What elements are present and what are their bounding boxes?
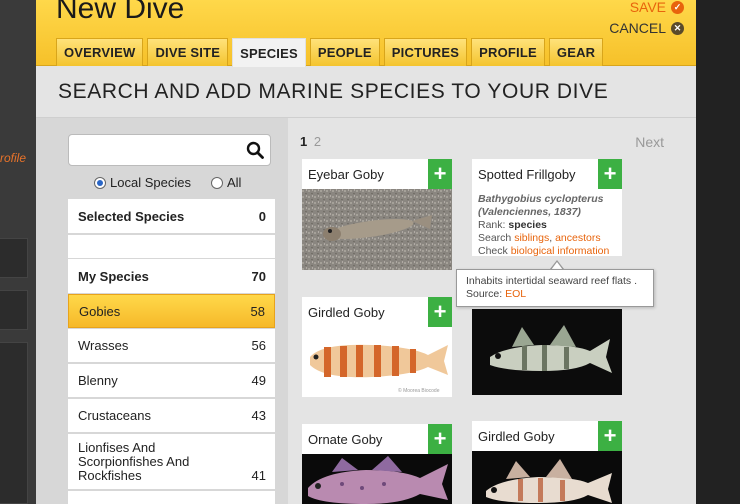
species-card[interactable]: Girdled Goby + © Moorea Biocode [302,297,452,397]
species-card[interactable]: Spotted Frillgoby + Bathygobius cyclopte… [472,159,622,257]
category-item-lionfishes[interactable]: Lionfises And Scorpionfishes And Rockfis… [68,434,275,490]
local-species-radio[interactable]: Local Species [94,175,191,190]
species-info-panel: Bathygobius cyclopterus (Valenciennes, 1… [472,189,622,262]
species-card[interactable]: Eyebar Goby + [302,159,452,270]
species-photo [302,189,452,270]
add-species-button[interactable]: + [428,159,452,189]
species-photo [472,309,622,395]
category-item-wrasses[interactable]: Wrasses 56 [68,329,275,363]
category-label: Crustaceans [78,408,151,423]
cancel-label: CANCEL [609,20,666,36]
scope-radio-group: Local Species All [94,175,241,190]
species-photo [302,454,452,504]
page-current: 1 [300,134,308,149]
latin-name: Bathygobius cyclopterus [478,193,604,205]
tab-species[interactable]: SPECIES [232,38,306,67]
save-button[interactable]: SAVE ✓ [630,0,684,15]
tab-pictures[interactable]: PICTURES [383,38,468,66]
species-card[interactable]: Ornate Goby + [302,424,452,504]
add-species-button[interactable]: + [598,159,622,189]
my-species-row[interactable]: My Species 70 [68,259,275,294]
tooltip-source: Source: EOL [466,288,644,301]
category-label: Gobies [79,303,121,319]
tab-gear[interactable]: GEAR [548,38,604,66]
rank-label: Rank: [478,219,506,231]
species-authority: (Valenciennes, 1837) [478,206,581,218]
category-item-blenny[interactable]: Blenny 49 [68,364,275,398]
search-icon[interactable] [246,141,264,159]
selected-species-count: 0 [258,208,266,224]
radio-selected-icon [94,176,106,189]
close-icon: ✕ [671,21,684,35]
tab-dive-site[interactable]: DIVE SITE [147,38,229,66]
background-panel [0,238,28,278]
selected-species-empty [68,235,275,259]
search-label: Search [478,232,512,244]
check-line: Check biological information [478,245,616,258]
save-label: SAVE [629,0,666,15]
ancestors-link[interactable]: ancestors [555,232,601,244]
comma-separator: , [549,232,553,244]
add-species-button[interactable]: + [598,421,622,451]
category-item-gobies[interactable]: Gobies 58 [68,294,275,328]
species-photo [472,451,622,504]
tab-overview[interactable]: OVERVIEW [56,38,144,66]
category-label: Lionfises And Scorpionfishes And Rockfis… [78,439,190,483]
all-species-label: All [226,175,242,190]
category-item-next[interactable] [68,491,275,504]
species-tooltip: Inhabits intertidal seaward reef flats .… [456,269,654,307]
add-species-button[interactable]: + [428,424,452,454]
add-species-button[interactable]: + [428,297,452,327]
background-panel [0,342,28,504]
radio-unselected-icon [210,176,223,189]
check-label: Check [478,245,508,257]
local-species-label: Local Species [110,175,191,190]
selected-species-row[interactable]: Selected Species 0 [68,199,275,234]
tab-bar: OVERVIEW DIVE SITE SPECIES PEOPLE PICTUR… [56,38,604,67]
pagination: 1 2 [300,134,321,149]
cancel-button[interactable]: CANCEL ✕ [609,20,684,36]
tab-profile[interactable]: PROFILE [471,38,545,66]
species-search-input[interactable] [68,134,271,166]
rank-line: Rank: species [478,219,616,232]
my-species-label: My Species [78,268,149,284]
species-card[interactable]: Girdled Goby + [472,421,622,504]
selected-species-label: Selected Species [78,208,185,224]
modal-header: New Dive SAVE ✓ CANCEL ✕ OVERVIEW DIVE S… [36,0,696,67]
background-panel [0,290,28,330]
image-credit: © Moorea Biocode [398,387,440,394]
siblings-link[interactable]: siblings [514,232,549,244]
new-dive-modal: New Dive SAVE ✓ CANCEL ✕ OVERVIEW DIVE S… [36,0,696,504]
my-species-count: 70 [251,268,266,284]
category-count: 49 [251,373,266,388]
category-count: 58 [250,303,265,319]
tooltip-text: Inhabits intertidal seaward reef flats . [466,275,638,287]
all-species-radio[interactable]: All [210,175,242,190]
modal-title: New Dive [56,0,185,25]
section-title: SEARCH AND ADD MARINE SPECIES TO YOUR DI… [58,80,609,103]
eol-link[interactable]: EOL [505,288,526,300]
category-count: 43 [251,408,266,423]
category-count: 41 [251,468,266,483]
category-item-crustaceans[interactable]: Crustaceans 43 [68,399,275,433]
overlay-right [696,0,740,504]
check-icon: ✓ [671,0,684,14]
biological-information-link[interactable]: biological information [511,245,610,257]
category-label: Blenny [78,373,118,388]
next-page-link[interactable]: Next [635,134,664,150]
species-card[interactable] [472,309,622,395]
rank-value: species [508,219,547,231]
category-count: 56 [251,338,266,353]
species-photo: © Moorea Biocode [302,327,452,397]
category-label: Wrasses [78,338,129,353]
search-line: Search siblings, ancestors [478,232,616,245]
background-profile-link: rofile [0,151,27,165]
page-link-2[interactable]: 2 [314,134,321,149]
tooltip-source-label: Source: [466,288,503,300]
species-sidebar: Local Species All Selected Species 0 My … [36,118,288,504]
tab-people[interactable]: PEOPLE [309,38,380,66]
